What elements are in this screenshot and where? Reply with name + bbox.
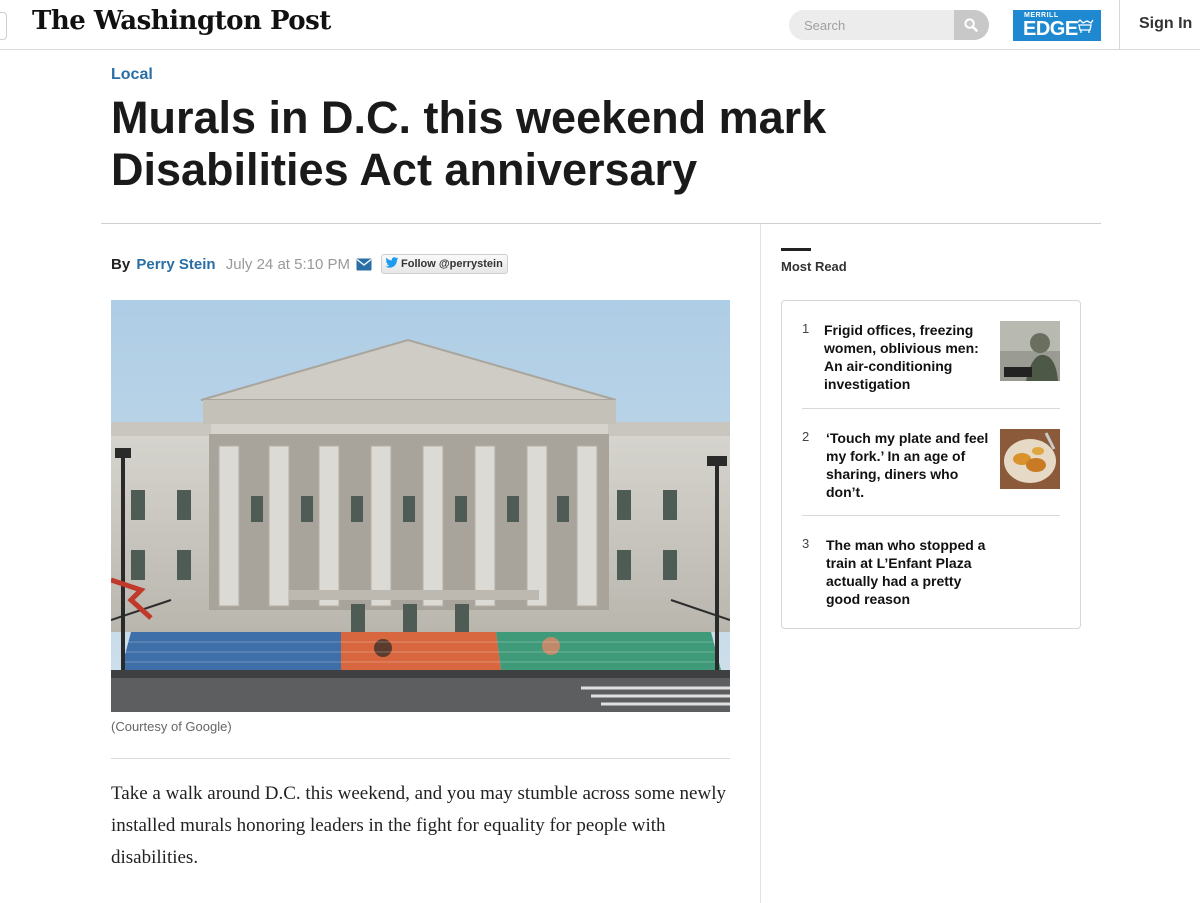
ad-big-text: EDGE	[1023, 18, 1078, 40]
most-read-separator	[802, 408, 1060, 409]
publish-date: July 24 at 5:10 PM	[225, 256, 350, 273]
washington-post-logo[interactable]: The Washington Post	[32, 6, 331, 36]
most-read-thumbnail[interactable]	[1000, 429, 1060, 489]
search-button[interactable]	[954, 10, 989, 40]
most-read-rank: 3	[802, 536, 810, 551]
sidebar-divider	[760, 224, 761, 903]
twitter-bird-icon	[385, 257, 399, 268]
email-author-icon[interactable]	[356, 258, 372, 271]
search-icon	[964, 18, 978, 32]
twitter-follow-button[interactable]: Follow @perrystein	[381, 254, 508, 274]
sign-in-link[interactable]: Sign In	[1139, 15, 1192, 33]
most-read-headline[interactable]: ‘Touch my plate and feel my fork.’ In an…	[826, 429, 991, 501]
most-read-card: 1 Frigid offices, freezing women, oblivi…	[781, 300, 1081, 629]
photo-caption: (Courtesy of Google)	[111, 719, 232, 734]
museum-building-image	[111, 300, 730, 712]
most-read-thumbnail[interactable]	[1000, 321, 1060, 381]
article-body-paragraph: Take a walk around D.C. this weekend, an…	[111, 783, 726, 868]
nav-divider	[1119, 0, 1120, 49]
most-read-accent-bar	[781, 248, 811, 251]
merrill-edge-ad[interactable]: MERRILL EDGE	[1013, 10, 1101, 41]
headline-divider	[101, 223, 1101, 224]
article-headline: Murals in D.C. this weekend mark Disabil…	[111, 92, 827, 195]
byline-prefix: By	[111, 256, 131, 273]
top-nav-bar: The Washington Post MERRILL EDGE Sign In	[0, 0, 1200, 50]
most-read-item[interactable]: 3 The man who stopped a train at L’Enfan…	[802, 536, 1060, 608]
most-read-title: Most Read	[781, 259, 847, 274]
author-link[interactable]: Perry Stein	[136, 256, 215, 273]
section-kicker-link[interactable]: Local	[111, 66, 153, 84]
shared-plate-thumbnail-image	[1000, 429, 1060, 489]
most-read-rank: 1	[802, 321, 810, 336]
most-read-headline[interactable]: Frigid offices, freezing women, obliviou…	[824, 321, 989, 393]
lead-photo[interactable]	[111, 300, 730, 712]
office-worker-thumbnail-image	[1000, 321, 1060, 381]
follow-label: Follow @perrystein	[401, 258, 503, 270]
byline: By Perry Stein July 24 at 5:10 PM Follow…	[111, 254, 508, 274]
most-read-item[interactable]: 1 Frigid offices, freezing women, oblivi…	[802, 321, 1060, 392]
search-box	[789, 10, 989, 40]
sections-menu-button[interactable]	[0, 12, 7, 40]
bull-icon	[1076, 19, 1094, 33]
most-read-item[interactable]: 2 ‘Touch my plate and feel my fork.’ In …	[802, 429, 1060, 500]
most-read-rank: 2	[802, 429, 810, 444]
most-read-separator	[802, 515, 1060, 516]
search-input[interactable]	[789, 10, 954, 40]
most-read-headline[interactable]: The man who stopped a train at L’Enfant …	[826, 536, 991, 608]
caption-divider	[111, 758, 730, 759]
